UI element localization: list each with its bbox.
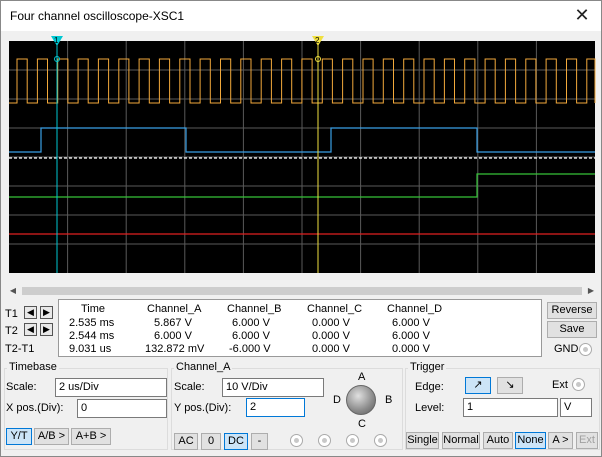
cursor-t2-row: T2 ◀ ▶ [4,322,58,340]
t2t1-label: T2-T1 [5,343,35,355]
readout-cell: 6.000 V [154,330,192,342]
trigger-edge-label: Edge: [415,381,444,393]
oscilloscope-window: Four channel oscilloscope-XSC1 ✕ 12 ◀ ▶ … [0,0,602,457]
t2-label: T2 [5,325,18,337]
timebase-xpos-field[interactable]: 0 [77,399,167,418]
t1-label: T1 [5,308,18,320]
channel-scale-label: Scale: [174,381,205,393]
cursor-t1-row: T1 ◀ ▶ [4,305,58,323]
trigger-a-button[interactable]: A > [548,432,573,449]
trigger-level-field[interactable]: 1 [463,398,558,417]
ab-mode-button[interactable]: A/B > [34,428,69,445]
readout-cell: 0.000 V [392,343,430,355]
readout-cell: 0.000 V [312,317,350,329]
cursor-2-label: 2 [315,36,320,45]
zero-coupling-button[interactable]: 0 [201,433,221,450]
readout-cell: 6.000 V [392,317,430,329]
cursor-t2t1-row: T2-T1 [4,340,58,358]
t2-right-button[interactable]: ▶ [40,323,53,336]
falling-edge-icon[interactable]: ↘ [497,377,523,394]
trigger-ext-radio[interactable] [572,378,585,391]
readout-header-time: Time [81,303,106,315]
readout-cell: 6.000 V [232,330,270,342]
horizontal-scrollbar[interactable]: ◀ ▶ [5,284,599,298]
channel-radio[interactable] [374,434,387,447]
ac-coupling-button[interactable]: AC [174,433,198,450]
channel-radio[interactable] [318,434,331,447]
gnd-radio[interactable] [579,343,592,356]
t1-right-button[interactable]: ▶ [40,306,53,319]
gnd-label: GND [554,343,579,355]
channel-ypos-field[interactable]: 2 [246,398,305,417]
readout-header-channel-a: Channel_A [147,303,202,315]
readout-cell: -6.000 V [229,343,271,355]
title-bar: Four channel oscilloscope-XSC1 ✕ [1,1,601,31]
readout-cell: 2.544 ms [69,330,115,342]
readout-cell: 6.000 V [232,317,270,329]
timebase-scale-field[interactable]: 2 us/Div [55,378,167,397]
cursor-1-label: 1 [54,36,59,45]
knob-label-a: A [358,371,366,383]
trigger-level-label: Level: [415,402,445,414]
rising-edge-icon[interactable]: ↗ [465,377,491,394]
trigger-single-button[interactable]: Single [406,432,439,449]
channel-title: Channel_A [174,361,233,373]
timebase-xpos-label: X pos.(Div): [6,402,64,414]
cursor-controls: T1 ◀ ▶ T2 ◀ ▶ T2-T1 [4,299,58,357]
readout-header-channel-b: Channel_B [227,303,282,315]
invert-button[interactable]: - [251,433,268,450]
knob-label-c: C [358,418,366,430]
trigger-none-button[interactable]: None [515,432,546,449]
readout-cell: 0.000 V [312,343,350,355]
knob-label-b: B [385,394,393,406]
channel-selector-knob[interactable] [346,385,376,415]
t2-left-button[interactable]: ◀ [24,323,37,336]
save-button[interactable]: Save [547,321,597,338]
trigger-ext-label: Ext [552,379,568,391]
measurement-readout: Time Channel_A Channel_B Channel_C Chann… [58,299,542,357]
dc-coupling-button[interactable]: DC [224,433,248,450]
scope-display[interactable]: 12 [5,32,599,285]
reverse-button[interactable]: Reverse [547,302,597,319]
timebase-scale-label: Scale: [6,381,37,393]
trigger-normal-button[interactable]: Normal [442,432,480,449]
t1-left-button[interactable]: ◀ [24,306,37,319]
readout-header-channel-d: Channel_D [387,303,443,315]
channel-ypos-label: Y pos.(Div): [174,402,232,414]
readout-cell: 2.535 ms [69,317,115,329]
scroll-right-icon[interactable]: ▶ [584,285,598,297]
readout-cell: 132.872 mV [145,343,205,355]
yt-mode-button[interactable]: Y/T [6,428,32,445]
trigger-title: Trigger [408,361,447,373]
readout-header-channel-c: Channel_C [307,303,363,315]
knob-label-d: D [333,394,341,406]
channel-radio[interactable] [346,434,359,447]
scope-plot[interactable]: 12 [5,32,599,285]
trigger-level-unit[interactable]: V [560,398,592,417]
readout-cell: 5.867 V [154,317,192,329]
close-icon[interactable]: ✕ [571,4,593,26]
scroll-left-icon[interactable]: ◀ [6,285,20,297]
scroll-thumb[interactable] [22,287,582,295]
window-title: Four channel oscilloscope-XSC1 [10,9,185,23]
trigger-auto-button[interactable]: Auto [483,432,513,449]
channel-radio[interactable] [290,434,303,447]
trigger-ext-button[interactable]: Ext [576,432,598,449]
readout-cell: 0.000 V [312,330,350,342]
readout-cell: 6.000 V [392,330,430,342]
channel-scale-field[interactable]: 10 V/Div [222,378,324,397]
timebase-title: Timebase [7,361,59,373]
aplusb-mode-button[interactable]: A+B > [71,428,111,445]
readout-cell: 9.031 us [69,343,112,355]
